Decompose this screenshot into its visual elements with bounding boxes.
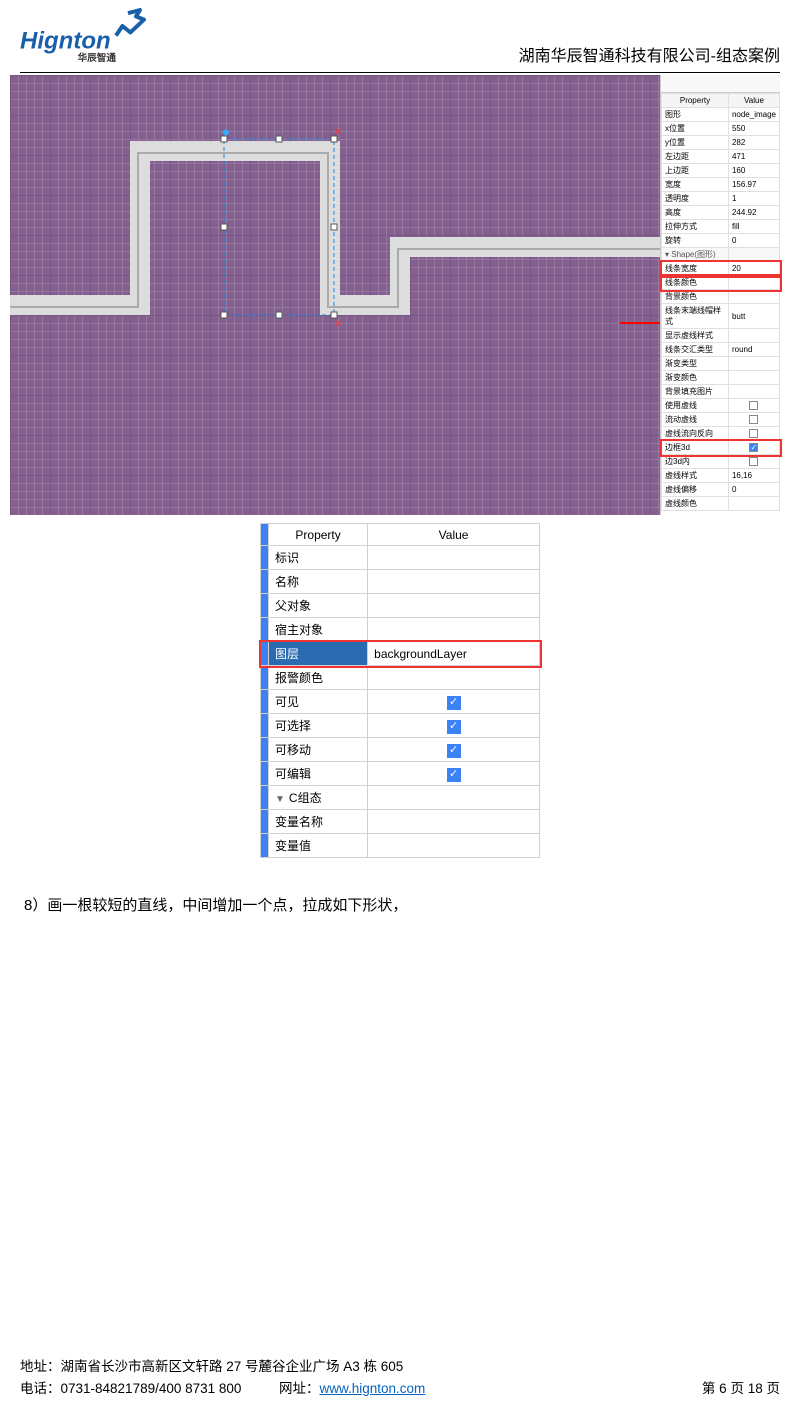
property-panel-right: Property Value 图形node_imagex位置550y位置282左…: [660, 75, 780, 515]
prop-row[interactable]: 标识: [261, 546, 540, 570]
phone-label: 电话：: [20, 1381, 61, 1396]
prop-row[interactable]: 可编辑✓: [261, 762, 540, 786]
company-title: 湖南华辰智通科技有限公司-组态案例: [519, 42, 780, 68]
phone-val: 0731-84821789/400 8731 800: [61, 1381, 242, 1396]
prop-row[interactable]: 背景填充图片: [662, 385, 780, 399]
logo-sub: 华辰智通: [78, 52, 117, 64]
prop-row[interactable]: 线条宽度20: [662, 262, 780, 276]
col-property-c: Property: [269, 524, 368, 546]
col-value: Value: [728, 94, 779, 108]
addr-label: 地址：: [20, 1359, 61, 1374]
prop-row[interactable]: 线条末端线帽样式butt: [662, 304, 780, 329]
logo-text: Hignton: [20, 27, 111, 54]
logo-svg: Hignton 华辰智通: [20, 8, 180, 68]
prop-row[interactable]: 渐变类型: [662, 357, 780, 371]
svg-text:✕: ✕: [334, 319, 342, 330]
addr-val: 湖南省长沙市高新区文轩路 27 号麓谷企业广场 A3 栋 605: [61, 1359, 404, 1374]
prop-row[interactable]: 旋转0: [662, 234, 780, 248]
prop-row[interactable]: 虚线颜色: [662, 497, 780, 511]
prop-row[interactable]: 边框3d: [662, 441, 780, 455]
property-table-right[interactable]: Property Value 图形node_imagex位置550y位置282左…: [661, 93, 780, 511]
prop-row[interactable]: 父对象: [261, 594, 540, 618]
prop-row[interactable]: ▼C组态: [261, 786, 540, 810]
svg-text:◆: ◆: [222, 127, 230, 138]
prop-row[interactable]: 高度244.92: [662, 206, 780, 220]
svg-text:✕: ✕: [334, 127, 342, 138]
prop-row[interactable]: 透明度1: [662, 192, 780, 206]
prop-row[interactable]: 左边距471: [662, 150, 780, 164]
prop-row[interactable]: 使用虚线: [662, 399, 780, 413]
prop-row[interactable]: 变量值: [261, 834, 540, 858]
prop-row[interactable]: 背景颜色: [662, 290, 780, 304]
col-property: Property: [662, 94, 729, 108]
editor-area: ◆ ✕ ✕ Property Value 图形node_imagex位置550y…: [10, 75, 780, 515]
url-label: 网址：: [279, 1381, 320, 1396]
page-number: 第 6 页 18 页: [702, 1377, 780, 1397]
prop-row[interactable]: ▾ Shape(图形): [662, 248, 780, 262]
prop-row[interactable]: 线条交汇类型round: [662, 343, 780, 357]
prop-row[interactable]: 可选择✓: [261, 714, 540, 738]
logo: Hignton 华辰智通: [20, 8, 180, 68]
prop-row[interactable]: 宽度156.97: [662, 178, 780, 192]
prop-row[interactable]: 拉伸方式fill: [662, 220, 780, 234]
step-text: 8）画一根较短的直线，中间增加一个点，拉成如下形状，: [24, 894, 780, 915]
prop-row[interactable]: 显示虚线样式: [662, 329, 780, 343]
prop-row[interactable]: y位置282: [662, 136, 780, 150]
prop-row[interactable]: 流动虚线: [662, 413, 780, 427]
prop-row[interactable]: 虚线偏移0: [662, 483, 780, 497]
design-canvas[interactable]: ◆ ✕ ✕: [10, 75, 660, 515]
panel-toolbar: [661, 75, 780, 93]
prop-row[interactable]: 可见✓: [261, 690, 540, 714]
prop-row[interactable]: 上边距160: [662, 164, 780, 178]
prop-row[interactable]: 虚线流向反向: [662, 427, 780, 441]
pipe-shape[interactable]: ◆ ✕ ✕: [10, 75, 660, 515]
prop-row[interactable]: 虚线样式16,16: [662, 469, 780, 483]
prop-row[interactable]: 图形node_image: [662, 108, 780, 122]
prop-row[interactable]: 边3d内: [662, 455, 780, 469]
prop-row[interactable]: 线条颜色: [662, 276, 780, 290]
stripe: [261, 524, 269, 546]
prop-row[interactable]: 变量名称: [261, 810, 540, 834]
prop-row[interactable]: 宿主对象: [261, 618, 540, 642]
prop-row[interactable]: 图层backgroundLayer: [261, 642, 540, 666]
prop-row[interactable]: 报警颜色: [261, 666, 540, 690]
property-table-center[interactable]: Property Value 标识名称父对象宿主对象图层backgroundLa…: [260, 523, 540, 858]
prop-row[interactable]: x位置550: [662, 122, 780, 136]
footer: 地址：湖南省长沙市高新区文轩路 27 号麓谷企业广场 A3 栋 605 电话：0…: [20, 1355, 780, 1397]
prop-row[interactable]: 可移动✓: [261, 738, 540, 762]
header: Hignton 华辰智通 湖南华辰智通科技有限公司-组态案例: [20, 0, 780, 73]
col-value-c: Value: [368, 524, 540, 546]
prop-row[interactable]: 渐变颜色: [662, 371, 780, 385]
prop-row[interactable]: 名称: [261, 570, 540, 594]
url-link[interactable]: www.hignton.com: [319, 1381, 425, 1396]
